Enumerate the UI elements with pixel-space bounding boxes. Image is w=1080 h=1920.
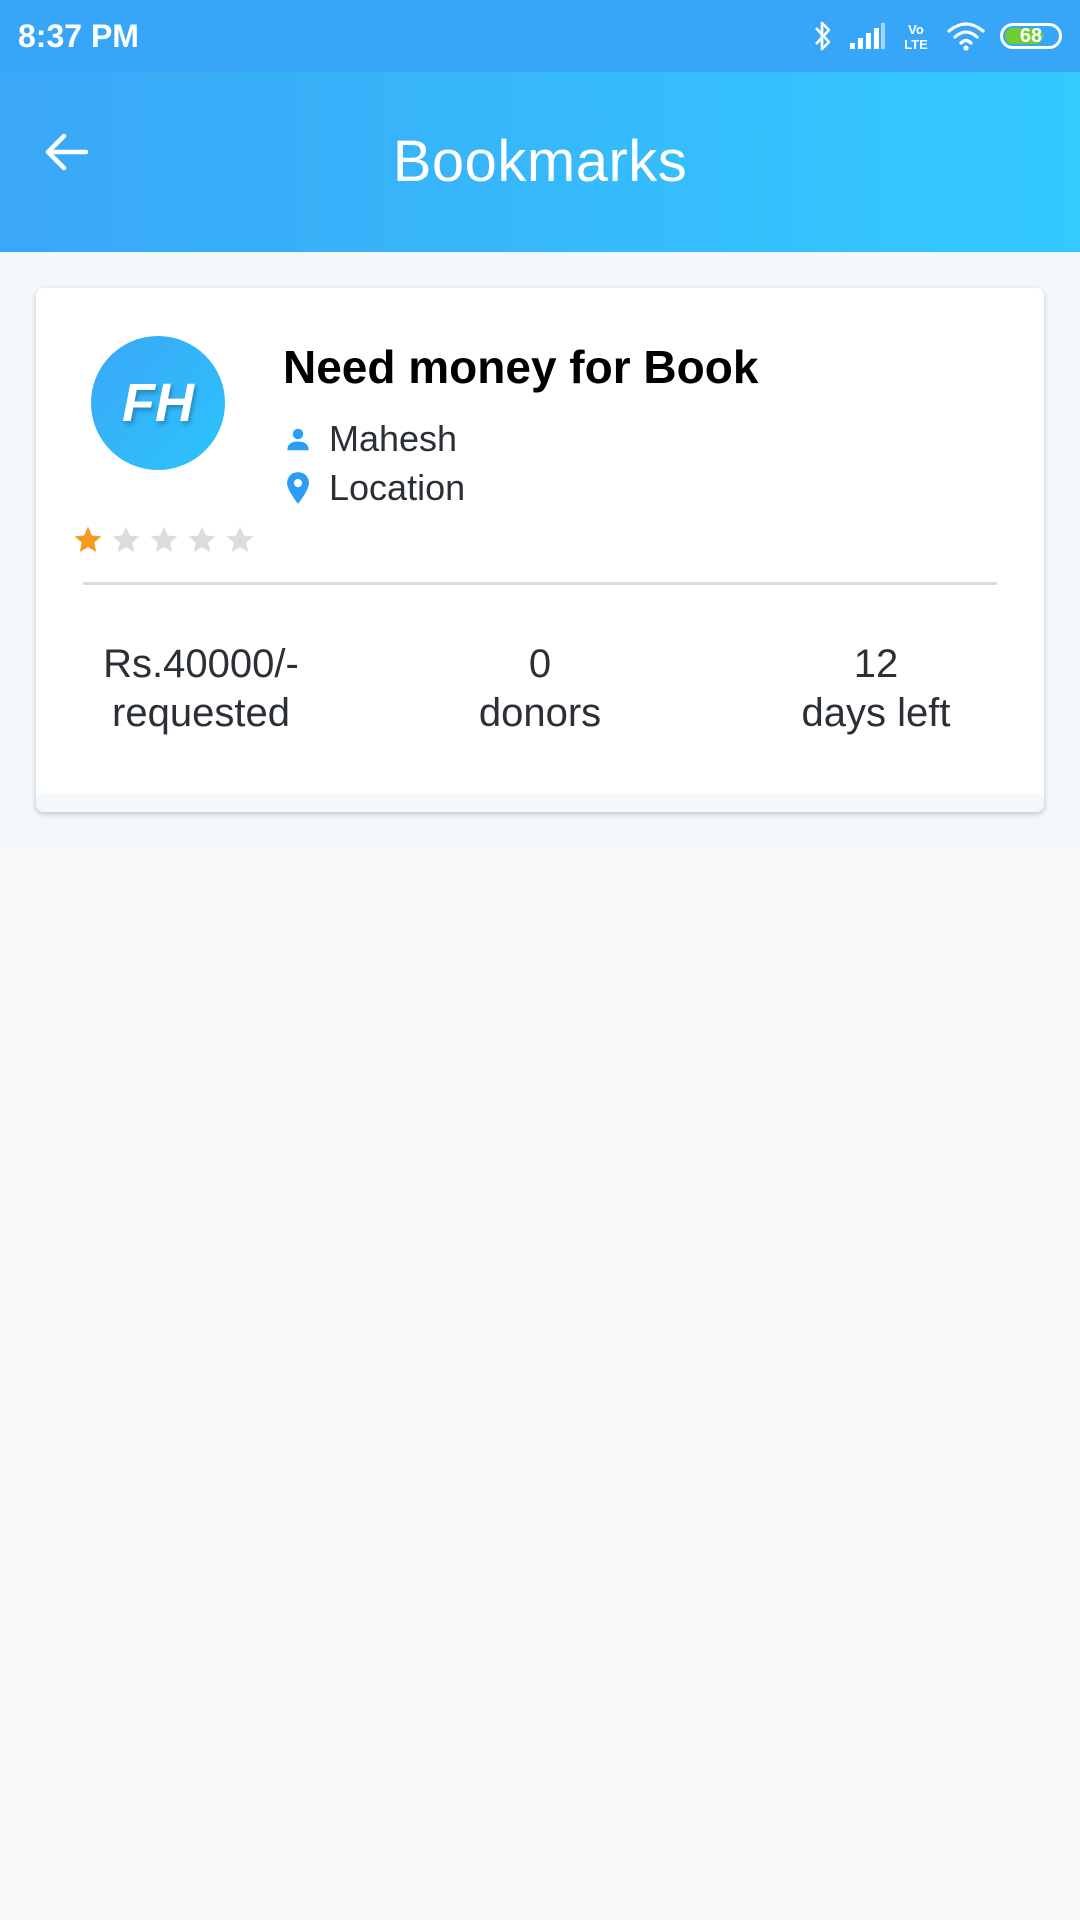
stat-days: 12 days left (751, 640, 1001, 738)
battery-level: 68 (1019, 24, 1043, 47)
star-icon (150, 526, 178, 552)
stat-days-value: 12 (853, 642, 899, 686)
status-icons: Vo LTE 68 (812, 19, 1062, 53)
avatar: FH (91, 336, 225, 470)
user-name: Mahesh (329, 418, 458, 459)
user-row: Mahesh (283, 418, 457, 460)
bluetooth-icon (812, 19, 834, 53)
stat-donors-value: 0 (528, 642, 552, 686)
star-icon (188, 526, 216, 552)
stat-amount: Rs.40000/- requested (76, 640, 326, 738)
bookmark-title: Need money for Book (283, 341, 759, 393)
stat-days-label: days left (801, 691, 951, 735)
location-text: Location (329, 467, 466, 508)
star-icon (112, 526, 140, 552)
star-icon (226, 526, 254, 552)
star-rating (72, 524, 256, 556)
volte-icon: Vo LTE (900, 20, 932, 52)
stats-row: Rs.40000/- requested 0 donors 12 days le… (36, 640, 1044, 740)
stat-amount-label: requested (112, 691, 290, 735)
person-icon (287, 428, 309, 451)
stat-donors-label: donors (478, 691, 602, 735)
app-bar: Bookmarks (0, 72, 1080, 252)
status-time: 8:37 PM (18, 17, 139, 54)
card-footer (36, 794, 1044, 812)
signal-icon (848, 22, 886, 50)
page-title: Bookmarks (392, 129, 688, 194)
divider (83, 582, 997, 585)
bookmark-card[interactable]: FH Need money for Book Mahesh Location R… (36, 288, 1044, 812)
stat-donors: 0 donors (415, 640, 665, 738)
battery-icon: 68 (1000, 23, 1062, 49)
location-pin-icon (287, 472, 309, 504)
stat-amount-value: Rs.40000/- (103, 642, 299, 686)
status-bar: 8:37 PM Vo LTE 68 (0, 0, 1080, 72)
wifi-icon (946, 20, 986, 52)
star-icon-filled (74, 526, 102, 552)
svg-text:LTE: LTE (904, 37, 928, 52)
location-row: Location (283, 467, 465, 509)
svg-text:Vo: Vo (908, 22, 924, 37)
